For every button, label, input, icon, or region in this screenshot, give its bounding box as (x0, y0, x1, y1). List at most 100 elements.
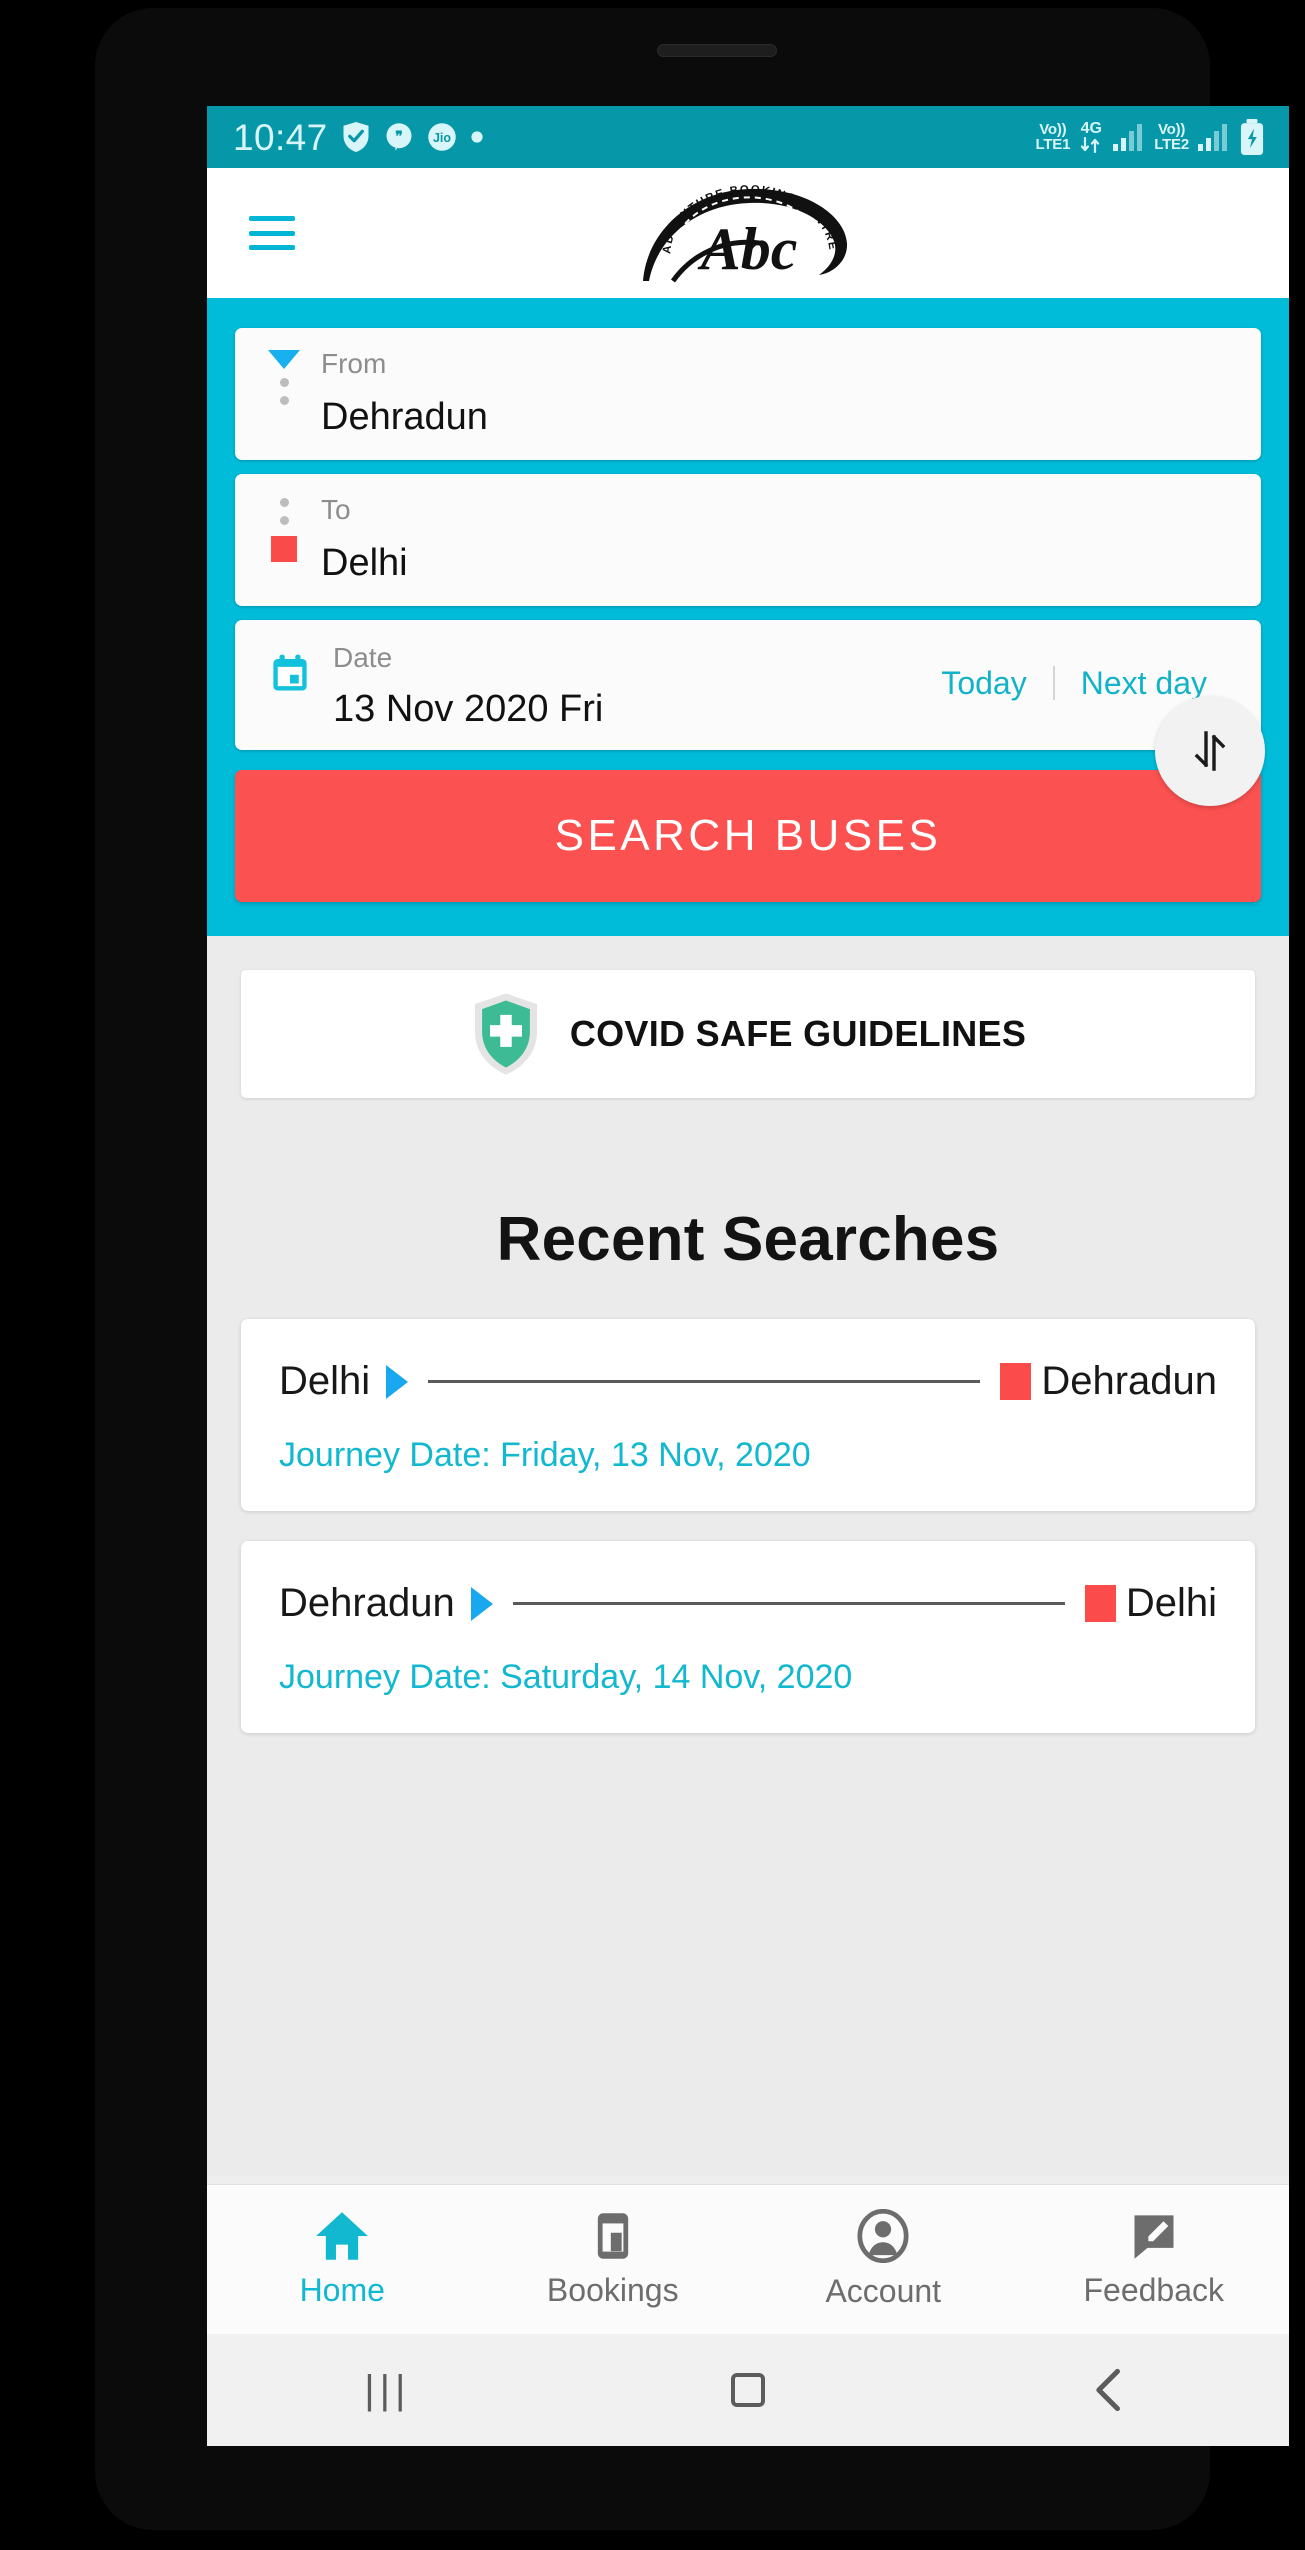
account-circle-icon (857, 2209, 909, 2263)
from-label: From (321, 348, 387, 379)
status-bar-left: 10:47 ❞ Jio (233, 119, 484, 156)
shield-health-cross-icon (474, 993, 537, 1075)
phone-screen: 10:47 ❞ Jio Vo)) LTE1 4G Vo)) LTE2 ADVEN… (207, 106, 1289, 2446)
phone-body: 10:47 ❞ Jio Vo)) LTE1 4G Vo)) LTE2 ADVEN… (95, 8, 1289, 2530)
triangle-right-marker-icon (470, 1586, 493, 1621)
from-text-col: From Dehradun (321, 348, 488, 438)
recent-searches-title: Recent Searches (496, 1205, 1000, 1274)
triangle-right-marker-icon (386, 1364, 409, 1399)
nav-item-feedback[interactable]: Feedback (1019, 2210, 1290, 2309)
journey-date-label: Journey Date: Saturday, 14 Nov, 2020 (279, 1658, 853, 1696)
date-text-col: Date 13 Nov 2020 Fri (333, 644, 604, 730)
hamburger-bar (249, 216, 295, 221)
to-value: Delhi (321, 542, 408, 584)
home-square-icon (731, 2373, 765, 2407)
calendar-icon (273, 654, 307, 691)
to-field-top: To Delhi (269, 496, 1233, 582)
route-dot-icon (279, 498, 289, 507)
date-field[interactable]: Date 13 Nov 2020 Fri Today Next day (235, 620, 1261, 750)
to-marker (269, 496, 299, 562)
journey-date-label: Journey Date: Friday, 13 Nov, 2020 (279, 1436, 811, 1474)
swap-vertical-arrows-icon (1194, 731, 1226, 771)
status-bar: 10:47 ❞ Jio Vo)) LTE1 4G Vo)) LTE2 (207, 106, 1289, 168)
hamburger-bar (249, 245, 295, 250)
bottom-navigation-bar: Home Bookings Account Feedback (207, 2184, 1289, 2334)
chat-quote-icon: ❞ (386, 123, 412, 151)
next-day-button[interactable]: Next day (1055, 667, 1233, 699)
nav-label-bookings: Bookings (546, 2272, 679, 2308)
search-panel: From Dehradun To Delhi Date 13 Nov 2020 … (207, 298, 1289, 936)
nav-item-bookings[interactable]: Bookings (478, 2210, 749, 2309)
home-icon (316, 2212, 369, 2260)
ticket-phone-icon (597, 2213, 628, 2259)
svg-text:❞: ❞ (395, 129, 402, 144)
nav-item-account[interactable]: Account (748, 2209, 1019, 2310)
feedback-edit-icon (1134, 2215, 1174, 2259)
shield-check-icon (343, 122, 369, 152)
system-recents-button[interactable]: ||| (207, 2368, 568, 2413)
from-value: Dehradun (321, 396, 488, 438)
app-header: ADVENTURE BOOKING CENTRE Abc (207, 168, 1289, 298)
route-dot-icon (279, 516, 289, 525)
square-red-marker-icon (271, 536, 297, 562)
nav-label-home: Home (299, 2272, 385, 2308)
square-red-marker-icon (1000, 1363, 1032, 1400)
android-system-navigation: ||| (207, 2334, 1289, 2446)
network-type-indicator: 4G (1078, 119, 1104, 154)
recent-search-card-2[interactable]: Dehradun Delhi Journey Date: Saturday, 1… (241, 1541, 1255, 1733)
route-origin: Delhi (279, 1359, 371, 1403)
battery-charging-icon (1240, 119, 1264, 155)
sim1-signal-bars-icon (1113, 124, 1143, 151)
nav-label-feedback: Feedback (1083, 2272, 1225, 2308)
swap-cities-button[interactable] (1155, 696, 1265, 806)
date-quick-actions: Today Next day (915, 644, 1233, 700)
from-field[interactable]: From Dehradun (235, 328, 1261, 460)
sim1-lte-label: LTE1 (1035, 136, 1071, 153)
status-bar-right: Vo)) LTE1 4G Vo)) LTE2 (1035, 119, 1265, 155)
earpiece-speaker (657, 44, 777, 57)
hamburger-menu-icon[interactable] (249, 216, 295, 250)
route-destination: Dehradun (1041, 1359, 1217, 1403)
sim2-volte-indicator: Vo)) LTE2 (1154, 120, 1189, 153)
route-connector-line (428, 1380, 981, 1383)
route-origin: Dehradun (279, 1581, 455, 1625)
svg-text:Jio: Jio (433, 131, 451, 145)
jio-icon: Jio (427, 123, 456, 151)
from-field-top: From Dehradun (268, 348, 1233, 438)
hamburger-bar (249, 230, 295, 236)
system-home-button[interactable] (568, 2373, 929, 2407)
nav-label-account: Account (825, 2273, 942, 2309)
today-button[interactable]: Today (915, 667, 1052, 699)
covid-guidelines-label: COVID SAFE GUIDELINES (569, 1013, 1027, 1054)
to-text-col: To Delhi (321, 494, 408, 584)
sim2-lte-label: LTE2 (1154, 136, 1189, 153)
sim2-signal-bars-icon (1198, 124, 1227, 151)
system-back-button[interactable] (928, 2368, 1289, 2412)
to-field[interactable]: To Delhi (235, 474, 1261, 606)
from-marker (268, 350, 300, 405)
network-type-label: 4G (1080, 119, 1102, 137)
route-destination: Delhi (1125, 1581, 1217, 1625)
data-transfer-arrows-icon (1081, 137, 1100, 154)
route-connector-line (512, 1602, 1065, 1605)
route-dot-icon (279, 378, 289, 387)
sim1-vo-label: Vo)) (1039, 120, 1067, 138)
back-chevron-icon (1095, 2368, 1120, 2412)
to-label: To (321, 494, 351, 525)
device-frame: 10:47 ❞ Jio Vo)) LTE1 4G Vo)) LTE2 ADVEN… (0, 0, 1305, 2550)
recent-search-card-1[interactable]: Delhi Dehradun Journey Date: Friday, 13 … (241, 1319, 1255, 1511)
sim1-volte-indicator: Vo)) LTE1 (1035, 120, 1071, 153)
nav-item-home[interactable]: Home (207, 2210, 478, 2309)
covid-guidelines-banner[interactable]: COVID SAFE GUIDELINES (241, 970, 1255, 1098)
search-buses-button[interactable]: SEARCH BUSES (235, 770, 1261, 902)
recents-icon: ||| (364, 2367, 411, 2412)
sim2-vo-label: Vo)) (1157, 120, 1186, 138)
square-red-marker-icon (1084, 1585, 1116, 1622)
brand-logo: ADVENTURE BOOKING CENTRE Abc (643, 184, 848, 283)
date-value: 13 Nov 2020 Fri (333, 688, 604, 730)
status-time: 10:47 (233, 116, 328, 158)
dot-indicator-icon (470, 131, 483, 143)
route-row: Dehradun Delhi (279, 1581, 1217, 1626)
main-content: COVID SAFE GUIDELINES Recent Searches De… (207, 936, 1289, 2176)
route-dot-icon (279, 396, 289, 405)
